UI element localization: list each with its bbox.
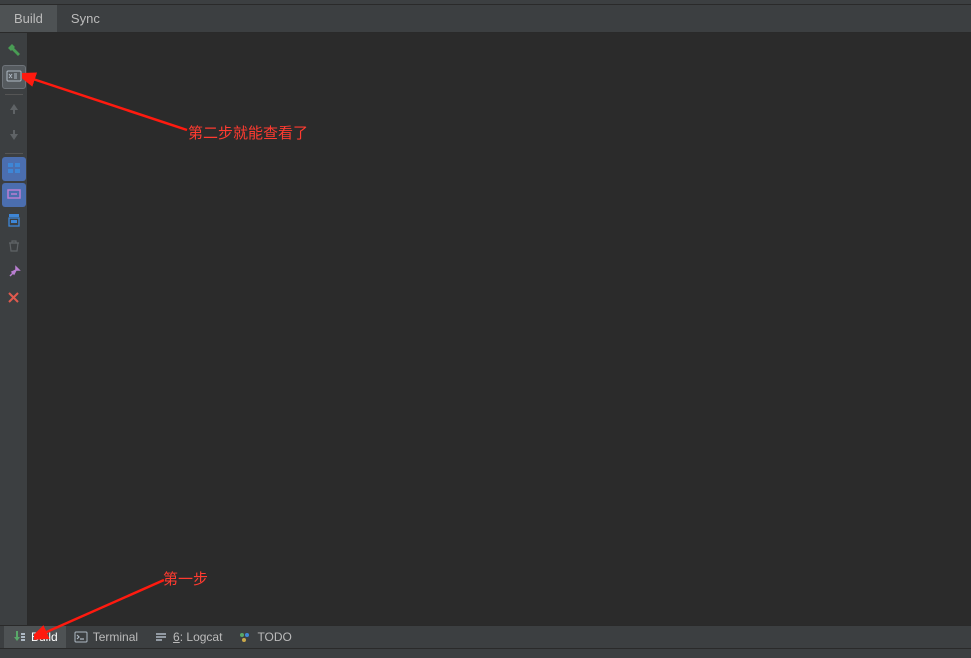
bottom-todo-button[interactable]: TODO (230, 626, 299, 648)
tab-build-label: Build (14, 11, 43, 26)
trash-button[interactable] (2, 235, 26, 259)
toolbar-separator (5, 94, 23, 95)
toggle-view-icon (6, 68, 22, 87)
tab-sync-label: Sync (71, 11, 100, 26)
todo-icon (238, 630, 252, 644)
bottom-logcat-label: 6: Logcat (173, 630, 222, 644)
bottom-todo-label: TODO (257, 630, 291, 644)
bottom-terminal-button[interactable]: Terminal (66, 626, 146, 648)
build-panel-tabs: Build Sync (0, 5, 971, 33)
export-button[interactable] (2, 209, 26, 233)
arrow-up-icon (7, 102, 21, 119)
main-area (0, 33, 971, 625)
expand-icon (6, 160, 22, 179)
bottom-logcat-button[interactable]: 6: Logcat (146, 626, 230, 648)
close-icon (7, 291, 20, 307)
hammer-icon (6, 42, 22, 61)
bottom-tool-bar: Build Terminal 6: Logcat TODO (0, 625, 971, 648)
prev-error-button[interactable] (2, 98, 26, 122)
toggle-view-button[interactable] (2, 65, 26, 89)
export-icon (6, 212, 22, 231)
build-output-area (28, 33, 971, 625)
tab-build[interactable]: Build (0, 5, 57, 32)
next-error-button[interactable] (2, 124, 26, 148)
pin-button[interactable] (2, 261, 26, 285)
build-left-toolbar (0, 33, 28, 625)
collapse-button[interactable] (2, 183, 26, 207)
logcat-icon (154, 630, 168, 644)
bottom-build-button[interactable]: Build (4, 626, 66, 648)
build-status-icon (12, 630, 26, 644)
collapse-icon (6, 186, 22, 205)
bottom-terminal-label: Terminal (93, 630, 138, 644)
status-bar (0, 648, 971, 658)
expand-button[interactable] (2, 157, 26, 181)
trash-icon (7, 239, 21, 256)
arrow-down-icon (7, 128, 21, 145)
bottom-build-label: Build (31, 630, 58, 644)
build-hammer-button[interactable] (2, 39, 26, 63)
tab-sync[interactable]: Sync (57, 5, 114, 32)
pin-icon (7, 265, 21, 282)
terminal-icon (74, 630, 88, 644)
toolbar-separator-2 (5, 153, 23, 154)
close-button[interactable] (2, 287, 26, 311)
